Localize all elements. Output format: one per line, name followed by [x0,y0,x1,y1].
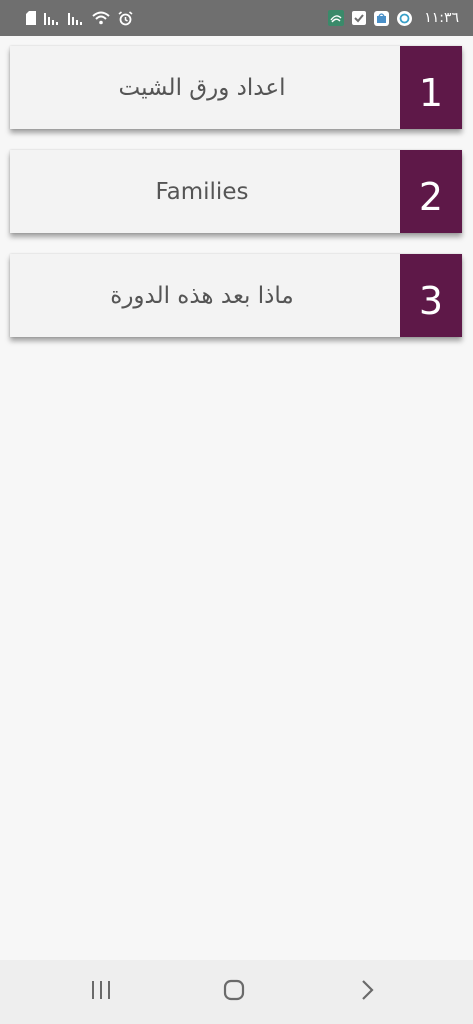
signal-bars-icon [68,11,84,25]
recent-apps-icon [90,980,112,1004]
store-notification-icon [374,10,390,26]
checkbox-notification-icon [352,11,367,25]
menu-list: اعداد ورق الشيت 1 Families 2 ماذا بعد هذ… [0,36,473,960]
status-bar: ١١:٣٦ [0,0,473,36]
app-notification-icon [328,10,345,26]
menu-item-2[interactable]: Families 2 [10,150,462,233]
menu-item-title: اعداد ورق الشيت [118,74,286,101]
navigation-bar [0,960,473,1024]
status-left-icons [26,9,133,27]
wifi-icon [92,11,110,25]
menu-item-number-badge: 1 [400,46,462,129]
home-icon [223,979,245,1005]
back-icon [359,979,375,1005]
menu-item-3[interactable]: ماذا بعد هذه الدورة 3 [10,254,462,337]
recent-apps-button[interactable] [81,978,121,1006]
menu-item-number-badge: 3 [400,254,462,337]
sd-card-icon [26,11,36,25]
menu-item-number-badge: 2 [400,150,462,233]
menu-item-title: Families [155,178,249,205]
menu-item-title: ماذا بعد هذه الدورة [110,282,294,309]
home-button[interactable] [214,978,254,1006]
signal-bars-icon [44,11,60,25]
sync-notification-icon [397,10,413,26]
back-button[interactable] [347,978,387,1006]
status-time: ١١:٣٦ [424,10,459,26]
menu-item-1[interactable]: اعداد ورق الشيت 1 [10,46,462,129]
alarm-icon [118,10,133,26]
status-right-icons: ١١:٣٦ [328,8,459,28]
